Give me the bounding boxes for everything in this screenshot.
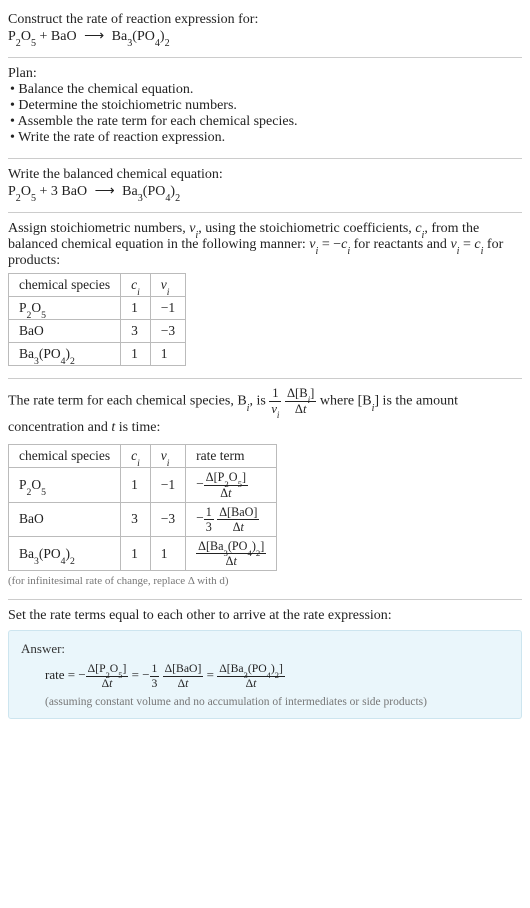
rateterm-cell: −13 Δ[BaO]Δt <box>186 502 277 536</box>
nu-cell: 1 <box>150 537 185 571</box>
plan-section: Plan: Balance the chemical equation. Det… <box>8 60 522 156</box>
col-rateterm: rate term <box>186 445 277 468</box>
frac-one-over-nu: 1νi <box>269 387 281 415</box>
rateterm-section: The rate term for each chemical species,… <box>8 381 522 597</box>
reactant-bao: BaO <box>51 29 77 44</box>
table-header-row: chemical species ci νi rate term <box>9 445 277 468</box>
rateterm-cell: Δ[Ba3(PO4)2]Δt <box>186 537 277 571</box>
species-cell: Ba3(PO4)2 <box>9 537 121 571</box>
answer-assumption: (assuming constant volume and no accumul… <box>21 696 509 708</box>
reaction-arrow-icon: ⟶ <box>95 183 115 200</box>
coef-bao: 3 <box>51 184 58 199</box>
balanced-section: Write the balanced chemical equation: P2… <box>8 161 522 210</box>
final-section: Set the rate terms equal to each other t… <box>8 602 522 728</box>
col-c: ci <box>121 274 151 297</box>
c-cell: 1 <box>121 537 151 571</box>
balanced-equation: P2O5 + 3 BaO ⟶ Ba3(PO4)2 <box>8 183 522 200</box>
table-row: P2O5 1 −1 <box>9 297 186 320</box>
plus-sign: + <box>36 184 51 199</box>
table-header-row: chemical species ci νi <box>9 274 186 297</box>
c-cell: 1 <box>121 343 151 366</box>
rateterm-cell: −Δ[P2O5]Δt <box>186 468 277 502</box>
col-species: chemical species <box>9 445 121 468</box>
divider <box>8 158 522 159</box>
reactant-bao: BaO <box>61 184 87 199</box>
col-c: ci <box>121 445 151 468</box>
balanced-title: Write the balanced chemical equation: <box>8 167 522 183</box>
c-cell: 3 <box>121 502 151 536</box>
plan-list: Balance the chemical equation. Determine… <box>8 82 522 146</box>
rate-table-footnote: (for infinitesimal rate of change, repla… <box>8 575 522 587</box>
species-cell: P2O5 <box>9 468 121 502</box>
product-ba3po42: Ba3(PO4)2 <box>112 29 170 44</box>
divider <box>8 378 522 379</box>
table-row: Ba3(PO4)2 1 1 Δ[Ba3(PO4)2]Δt <box>9 537 277 571</box>
table-row: P2O5 1 −1 −Δ[P2O5]Δt <box>9 468 277 502</box>
plus-sign: + <box>36 29 51 44</box>
divider <box>8 599 522 600</box>
nu-cell: −1 <box>150 468 185 502</box>
col-nu: νi <box>150 274 185 297</box>
table-row: BaO 3 −3 −13 Δ[BaO]Δt <box>9 502 277 536</box>
species-cell: BaO <box>9 502 121 536</box>
answer-box: Answer: rate = −Δ[P2O5]Δt = −13 Δ[BaO]Δt… <box>8 630 522 718</box>
c-cell: 3 <box>121 320 151 343</box>
reaction-arrow-icon: ⟶ <box>84 28 104 45</box>
nu-cell: −3 <box>150 502 185 536</box>
header-section: Construct the rate of reaction expressio… <box>8 6 522 55</box>
col-nu: νi <box>150 445 185 468</box>
plan-item: Determine the stoichiometric numbers. <box>10 98 522 114</box>
rate-expression: rate = −Δ[P2O5]Δt = −13 Δ[BaO]Δt = Δ[Ba3… <box>21 663 509 689</box>
nu-cell: −3 <box>150 320 185 343</box>
final-intro: Set the rate terms equal to each other t… <box>8 608 522 624</box>
rateterm-intro: The rate term for each chemical species,… <box>8 387 522 440</box>
species-cell: P2O5 <box>9 297 121 320</box>
reactant-p2o5: P2O5 <box>8 29 36 44</box>
nu-cell: −1 <box>150 297 185 320</box>
plan-item: Balance the chemical equation. <box>10 82 522 98</box>
divider <box>8 57 522 58</box>
plan-item: Assemble the rate term for each chemical… <box>10 114 522 130</box>
divider <box>8 212 522 213</box>
stoich-section: Assign stoichiometric numbers, νi, using… <box>8 215 522 376</box>
table-row: BaO 3 −3 <box>9 320 186 343</box>
reactant-p2o5: P2O5 <box>8 184 36 199</box>
prompt-text: Construct the rate of reaction expressio… <box>8 12 522 28</box>
rate-table: chemical species ci νi rate term P2O5 1 … <box>8 444 277 571</box>
table-row: Ba3(PO4)2 1 1 <box>9 343 186 366</box>
product-ba3po42: Ba3(PO4)2 <box>122 184 180 199</box>
answer-label: Answer: <box>21 641 509 657</box>
plan-item: Write the rate of reaction expression. <box>10 130 522 146</box>
c-cell: 1 <box>121 468 151 502</box>
stoich-intro: Assign stoichiometric numbers, νi, using… <box>8 221 522 269</box>
plan-title: Plan: <box>8 66 522 82</box>
stoich-table: chemical species ci νi P2O5 1 −1 BaO 3 −… <box>8 273 186 366</box>
c-cell: 1 <box>121 297 151 320</box>
unbalanced-equation: P2O5 + BaO ⟶ Ba3(PO4)2 <box>8 28 522 45</box>
species-cell: Ba3(PO4)2 <box>9 343 121 366</box>
frac-dconc-dt: Δ[Bi]Δt <box>285 387 316 415</box>
col-species: chemical species <box>9 274 121 297</box>
nu-cell: 1 <box>150 343 185 366</box>
species-cell: BaO <box>9 320 121 343</box>
